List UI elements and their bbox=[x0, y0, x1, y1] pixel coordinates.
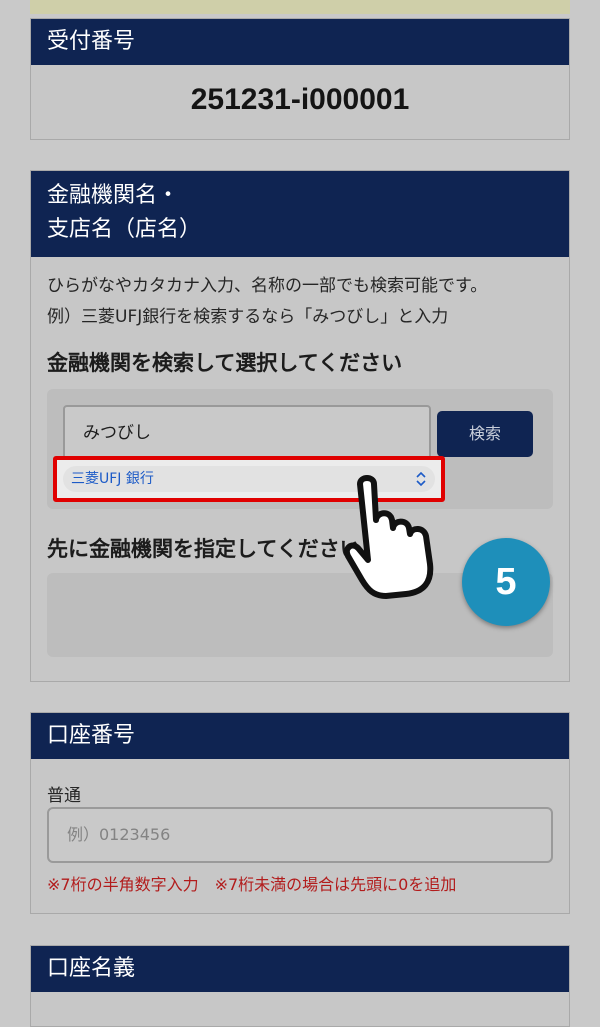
account-name-card: 口座名義 bbox=[30, 945, 570, 1027]
account-name-header: 口座名義 bbox=[31, 946, 569, 992]
search-button[interactable]: 検索 bbox=[437, 411, 533, 457]
account-number-note: ※7桁の半角数字入力 ※7桁未満の場合は先頭に0を追加 bbox=[47, 875, 457, 894]
bank-select-value: 三菱UFJ 銀行 bbox=[71, 471, 154, 487]
bank-title-line1: 金融機関名・ bbox=[47, 183, 180, 208]
branch-heading: 先に金融機関を指定してください bbox=[47, 537, 361, 561]
account-type-label: 普通 bbox=[47, 786, 81, 806]
account-header: 口座番号 bbox=[31, 713, 569, 759]
hint-line2: 例）三菱UFJ銀行を検索するなら「みつびし」と入力 bbox=[47, 307, 449, 327]
receipt-number: 251231-i000001 bbox=[190, 83, 410, 116]
step-badge: 5 bbox=[462, 538, 550, 626]
bank-search-input[interactable]: みつびし bbox=[63, 405, 431, 461]
bank-search-heading: 金融機関を検索して選択してください bbox=[47, 351, 403, 375]
account-number-input[interactable]: 例）0123456 bbox=[47, 807, 553, 863]
receipt-card: 受付番号 251231-i000001 bbox=[30, 18, 570, 140]
top-strip bbox=[30, 0, 570, 14]
bank-title-line2: 支店名（店名） bbox=[47, 217, 202, 242]
hint-line1: ひらがなやカタカナ入力、名称の一部でも検索可能です。 bbox=[47, 276, 488, 296]
receipt-header: 受付番号 bbox=[31, 19, 569, 65]
bank-header: 金融機関名・ 支店名（店名） bbox=[31, 171, 569, 257]
account-card: 口座番号 普通 例）0123456 ※7桁の半角数字入力 ※7桁未満の場合は先頭… bbox=[30, 712, 570, 914]
search-hint: ひらがなやカタカナ入力、名称の一部でも検索可能です。 例）三菱UFJ銀行を検索す… bbox=[47, 271, 487, 333]
pointing-hand-icon bbox=[344, 475, 434, 599]
